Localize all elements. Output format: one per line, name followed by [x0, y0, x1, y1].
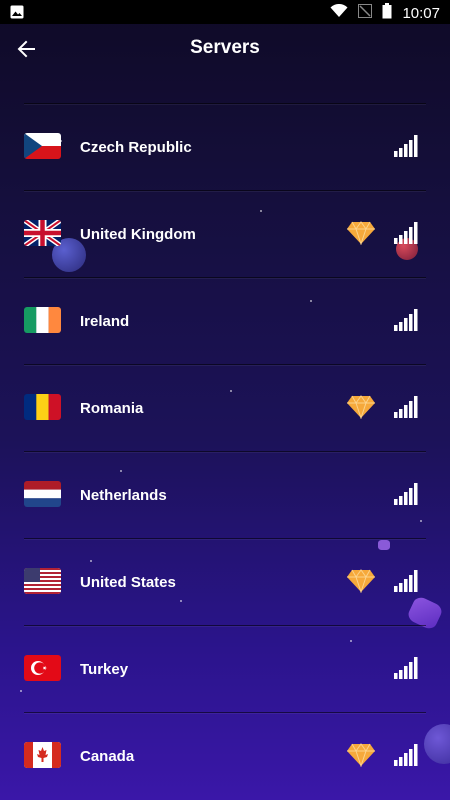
- header: Servers: [0, 24, 450, 74]
- diamond-icon: [346, 221, 376, 246]
- signal-strength-icon: [394, 309, 418, 331]
- country-name: Ireland: [80, 313, 130, 330]
- signal-strength-icon: [394, 222, 418, 244]
- server-row-united-states[interactable]: United States: [0, 539, 450, 625]
- country-name: Romania: [80, 400, 144, 417]
- canada-flag-icon: [24, 742, 61, 768]
- country-name: United States: [80, 574, 176, 591]
- server-row-canada[interactable]: Canada: [0, 713, 450, 799]
- turkey-flag-icon: [24, 655, 61, 681]
- country-name: Canada: [80, 748, 135, 765]
- page-title: Servers: [190, 37, 260, 58]
- server-row-czech-republic[interactable]: Czech Republic: [0, 104, 450, 190]
- signal-strength-icon: [394, 744, 418, 766]
- signal-strength-icon: [394, 135, 418, 157]
- server-row-ireland[interactable]: Ireland: [0, 278, 450, 364]
- country-name: Netherlands: [80, 487, 167, 504]
- signal-strength-icon: [394, 396, 418, 418]
- signal-strength-icon: [394, 657, 418, 679]
- wifi-icon: [330, 3, 348, 22]
- uk-flag-icon: [24, 220, 61, 246]
- netherlands-flag-icon: [24, 481, 61, 507]
- server-row-turkey[interactable]: Turkey: [0, 626, 450, 712]
- usa-flag-icon: [24, 568, 61, 594]
- server-row-united-kingdom[interactable]: United Kingdom: [0, 191, 450, 277]
- ireland-flag-icon: [24, 307, 61, 333]
- czech-flag-icon: [24, 133, 61, 159]
- battery-icon: [382, 3, 392, 23]
- romania-flag-icon: [24, 394, 61, 420]
- diamond-icon: [346, 743, 376, 768]
- country-name: Turkey: [80, 661, 129, 678]
- signal-strength-icon: [394, 570, 418, 592]
- diamond-icon: [346, 569, 376, 594]
- image-notification-icon: [10, 5, 24, 23]
- server-row-netherlands[interactable]: Netherlands: [0, 452, 450, 538]
- country-name: Czech Republic: [80, 139, 192, 156]
- server-row-romania[interactable]: Romania: [0, 365, 450, 451]
- country-name: United Kingdom: [80, 226, 196, 243]
- diamond-icon: [346, 395, 376, 420]
- status-time: 10:07: [402, 4, 440, 22]
- status-bar: 10:07: [0, 0, 450, 24]
- signal-strength-icon: [394, 483, 418, 505]
- no-signal-icon: [358, 4, 373, 22]
